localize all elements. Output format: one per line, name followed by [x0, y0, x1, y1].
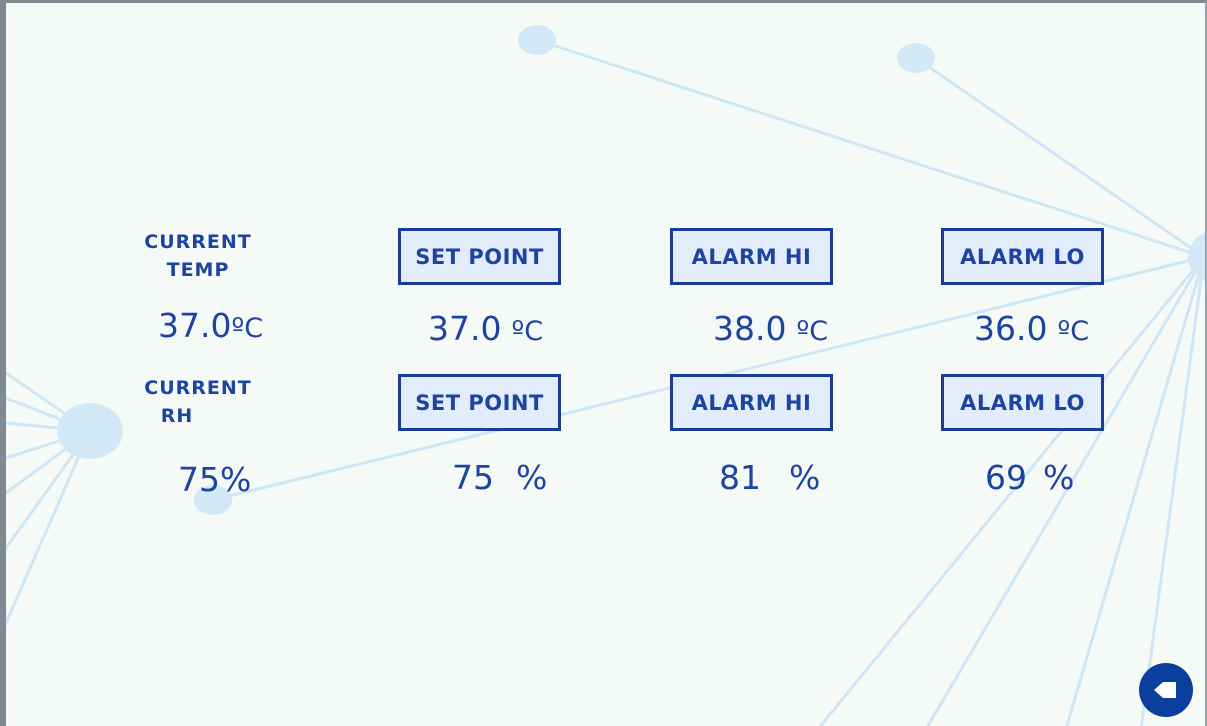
- temp-alarm-hi-value: 38.0: [713, 309, 787, 348]
- current-temp-label: CURRENT TEMP: [128, 228, 268, 284]
- current-rh-label-line1: CURRENT: [144, 377, 252, 399]
- rh-set-point-value: 75: [452, 458, 494, 497]
- rh-alarm-lo-unit: %: [1043, 458, 1075, 497]
- temp-set-point-readout[interactable]: 37.0 ºC: [428, 309, 543, 348]
- current-temp-readout: 37.0 ºC: [158, 306, 263, 345]
- temperature-humidity-screen: CURRENT TEMP SET POINT ALARM HI ALARM LO…: [0, 0, 1207, 726]
- current-temp-label-line2: TEMP: [166, 259, 230, 281]
- rh-alarm-hi-readout[interactable]: 81%: [719, 458, 820, 497]
- rh-alarm-lo-button[interactable]: ALARM LO: [941, 374, 1104, 431]
- current-rh-label-line2: RH: [160, 405, 194, 427]
- temp-alarm-lo-button[interactable]: ALARM LO: [941, 228, 1104, 285]
- rh-alarm-hi-unit: %: [789, 458, 821, 497]
- background-network-decoration: [6, 25, 1205, 726]
- current-temp-value: 37.0: [158, 306, 232, 345]
- temp-alarm-hi-unit: ºC: [796, 316, 829, 347]
- temp-alarm-lo-unit: ºC: [1057, 316, 1090, 347]
- temp-alarm-hi-readout[interactable]: 38.0 ºC: [713, 309, 828, 348]
- temp-set-point-value: 37.0: [428, 309, 502, 348]
- back-arrow-icon: [1154, 682, 1176, 698]
- rh-alarm-lo-readout[interactable]: 69%: [985, 458, 1074, 497]
- current-rh-unit: %: [220, 460, 252, 499]
- current-rh-label: CURRENT RH: [128, 374, 268, 430]
- current-rh-value: 75: [178, 460, 220, 499]
- temp-alarm-lo-readout[interactable]: 36.0 ºC: [974, 309, 1089, 348]
- rh-alarm-lo-value: 69: [985, 458, 1027, 497]
- rh-set-point-unit: %: [516, 458, 548, 497]
- current-temp-label-line1: CURRENT: [144, 231, 252, 253]
- rh-alarm-hi-value: 81: [719, 458, 761, 497]
- temp-alarm-lo-value: 36.0: [974, 309, 1048, 348]
- temp-set-point-unit: ºC: [511, 316, 544, 347]
- temp-alarm-hi-button[interactable]: ALARM HI: [670, 228, 833, 285]
- current-temp-unit: ºC: [231, 313, 264, 344]
- back-button[interactable]: [1139, 663, 1193, 717]
- rh-set-point-readout[interactable]: 75%: [452, 458, 547, 497]
- current-rh-readout: 75%: [178, 460, 251, 499]
- temp-set-point-button[interactable]: SET POINT: [398, 228, 561, 285]
- rh-set-point-button[interactable]: SET POINT: [398, 374, 561, 431]
- rh-alarm-hi-button[interactable]: ALARM HI: [670, 374, 833, 431]
